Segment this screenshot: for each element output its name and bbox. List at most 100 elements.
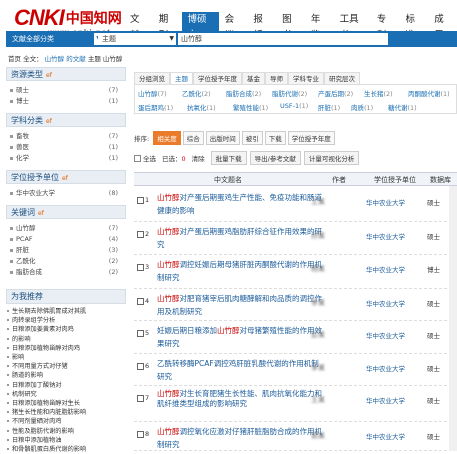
- facet-item[interactable]: 乙酰化 (2): [6, 256, 126, 267]
- group-item[interactable]: 繁殖性能(1): [233, 102, 268, 112]
- group-tab[interactable]: 研究层次: [324, 72, 360, 84]
- row-checkbox[interactable]: [137, 231, 144, 238]
- row-title[interactable]: 山竹醇对生长育肥猪生长性能、肌肉抗氧化能力和肌纤维类型组成的影响研究: [157, 389, 322, 409]
- row-checkbox[interactable]: [137, 298, 144, 305]
- category-select[interactable]: 文献全部分类▼: [12, 33, 103, 45]
- col-title[interactable]: 中文题名: [214, 175, 242, 185]
- sort-option[interactable]: 综合: [182, 130, 204, 145]
- scrollbar[interactable]: [449, 186, 457, 451]
- recommend-item[interactable]: 日粮添加植物甾醇对生长: [6, 399, 126, 408]
- row-unit[interactable]: 华中农业大学: [366, 330, 405, 340]
- recommend-item[interactable]: 日粮添加姜黄素对肉鸡: [6, 325, 126, 334]
- recommend-item[interactable]: 猪生长性能和内脏脂肪影响: [6, 408, 126, 417]
- row-title[interactable]: 山竹醇调控氧化应激对仔猪肝脏脂肪合成的作用机制研究: [157, 425, 322, 451]
- row-checkbox[interactable]: [137, 395, 144, 402]
- breadcrumb-link[interactable]: 山竹醇 的文献: [45, 55, 86, 63]
- sort-option[interactable]: 被引: [241, 130, 263, 145]
- group-item[interactable]: 脂肪代谢(2): [272, 88, 307, 98]
- row-unit[interactable]: 华中农业大学: [366, 395, 405, 405]
- recommend-item[interactable]: 和骨骼肌蛋白质代谢的影响: [6, 445, 126, 454]
- col-unit[interactable]: 学位授予单位: [374, 175, 416, 185]
- facet-item[interactable]: 山竹醇 (7): [6, 223, 126, 234]
- facet-item[interactable]: 化学 (1): [6, 153, 126, 164]
- group-item[interactable]: 产蛋后期(2): [318, 88, 353, 98]
- facet-item[interactable]: 畜牧 (7): [6, 131, 126, 142]
- recommend-item[interactable]: 日粮中添加植物油: [6, 436, 126, 445]
- group-tab[interactable]: 学科专业: [288, 72, 324, 84]
- row-title[interactable]: 山竹醇对产蛋后期蛋鸡生产性能、免疫功能和肠道健康的影响: [157, 191, 322, 217]
- group-item[interactable]: USF-1(1): [280, 102, 308, 110]
- row-unit[interactable]: 华中农业大学: [366, 197, 405, 207]
- row-title[interactable]: 乙酰转移酶PCAF调控鸡肝脏乳酸代谢的作用机制研究: [157, 357, 322, 383]
- group-tab-active[interactable]: 主题: [170, 72, 193, 84]
- facet-item[interactable]: 博士 (1): [6, 96, 126, 107]
- group-item[interactable]: 脂肪合成(2): [226, 88, 261, 98]
- sort-option[interactable]: 出版时间: [205, 130, 240, 145]
- row-author[interactable]: 王某: [311, 197, 325, 207]
- row-unit[interactable]: 华中农业大学: [366, 264, 405, 274]
- recommend-item[interactable]: 生长期去除佛肌胃成对其肌: [6, 307, 126, 316]
- cnki-logo[interactable]: CNKI 中国知网 www.cnki.net: [14, 4, 122, 37]
- facet-header[interactable]: 资源类型 ef: [6, 67, 126, 81]
- group-item[interactable]: 山竹醇(7): [138, 88, 167, 98]
- row-title[interactable]: 山竹醇对产蛋后期蛋鸡脂肪肝综合征作用效果的研究: [157, 225, 322, 251]
- row-author[interactable]: 彭某: [311, 330, 325, 340]
- group-item[interactable]: 乙酰化(2): [182, 88, 211, 98]
- facet-header[interactable]: 关键词 ef: [6, 205, 126, 219]
- sort-option-active[interactable]: 相关度: [153, 130, 181, 145]
- facet-item[interactable]: 肝脏 (3): [6, 245, 126, 256]
- facet-item[interactable]: 脂肪合成 (2): [6, 267, 126, 278]
- analysis-button[interactable]: 计量可视化分析: [303, 151, 360, 165]
- facet-item[interactable]: PCAF (4): [6, 234, 126, 245]
- clear-link[interactable]: 清除: [192, 153, 205, 163]
- row-title[interactable]: 山竹醇调控妊娠后期母猪肝脏丙酮酸代谢的作用机制研究: [157, 258, 322, 284]
- facet-item[interactable]: 华中农业大学 (8): [6, 188, 126, 199]
- row-unit[interactable]: 华中农业大学: [366, 431, 405, 441]
- row-checkbox[interactable]: [137, 197, 144, 204]
- recommend-item[interactable]: 肉转录组学分析: [6, 316, 126, 325]
- recommend-item[interactable]: 机制研究: [6, 390, 126, 399]
- row-author[interactable]: 杨某: [311, 264, 325, 274]
- sort-option[interactable]: 学位授予年度: [287, 130, 335, 145]
- search-input[interactable]: 山竹醇: [178, 33, 388, 45]
- group-item[interactable]: 丙酮酸代谢(1): [408, 88, 450, 98]
- recommend-item[interactable]: 影响: [6, 353, 126, 362]
- row-author[interactable]: 李某: [311, 363, 325, 373]
- field-select[interactable]: 主题 ▼: [98, 33, 176, 45]
- row-unit[interactable]: 华中农业大学: [366, 231, 405, 241]
- recommend-item[interactable]: 不同用量方式对仔猪: [6, 362, 126, 371]
- group-tab[interactable]: 学位授予年度: [193, 72, 242, 84]
- group-item[interactable]: 生长猪(2): [364, 88, 393, 98]
- select-all-label[interactable]: 全选: [143, 153, 156, 163]
- recommend-item[interactable]: 性能及脂肪代谢的影响: [6, 427, 126, 436]
- facet-header[interactable]: 学科分类 ef: [6, 113, 126, 127]
- col-author[interactable]: 作者: [332, 175, 346, 185]
- row-author[interactable]: 郭某: [311, 431, 325, 441]
- group-tab[interactable]: 基金: [242, 72, 265, 84]
- group-item[interactable]: 糖代谢(1): [388, 102, 417, 112]
- row-title[interactable]: 妊娠后期日粮添加山竹醇对母猪繁殖性能的作用效果研究: [157, 324, 322, 350]
- row-author[interactable]: 孙某: [311, 231, 325, 241]
- select-all-checkbox[interactable]: [134, 154, 141, 162]
- group-tab[interactable]: 导师: [265, 72, 288, 84]
- group-tab[interactable]: 分组浏览: [134, 72, 170, 84]
- row-checkbox[interactable]: [137, 330, 144, 337]
- row-author[interactable]: 李某: [311, 298, 325, 308]
- recommend-item[interactable]: 日粮添加植物甾醇对肉鸡: [6, 344, 126, 353]
- sort-option[interactable]: 下载: [264, 130, 286, 145]
- facet-header[interactable]: 学位授予单位 ef: [6, 170, 126, 184]
- group-item[interactable]: 肉质(1): [351, 102, 373, 112]
- row-checkbox[interactable]: [137, 363, 144, 370]
- group-item[interactable]: 肝脏(1): [318, 102, 340, 112]
- recommend-item[interactable]: 的影响: [6, 335, 126, 344]
- row-title[interactable]: 山竹醇对肥育猪宰后肌肉糖酵解和肉品质的调控作用及机制研究: [157, 292, 322, 318]
- recommend-item[interactable]: 肠道的影响: [6, 371, 126, 380]
- facet-item[interactable]: 兽医 (1): [6, 142, 126, 153]
- row-checkbox[interactable]: [137, 264, 144, 271]
- recommend-item[interactable]: 不同剂量硒对肉鸡: [6, 417, 126, 426]
- recommend-item[interactable]: 日粮添加丁酸钠对: [6, 381, 126, 390]
- row-checkbox[interactable]: [137, 431, 144, 438]
- export-button[interactable]: 导出/参考文献: [249, 151, 301, 165]
- row-unit[interactable]: 华中农业大学: [366, 363, 405, 373]
- group-item[interactable]: 抗氧化(1): [187, 102, 216, 112]
